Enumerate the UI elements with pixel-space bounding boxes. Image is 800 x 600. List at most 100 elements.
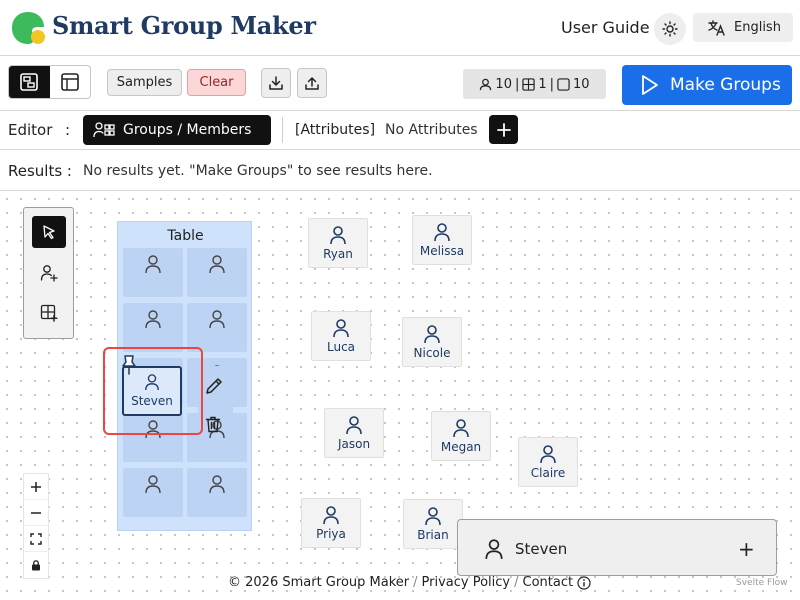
select-tool-button[interactable] bbox=[32, 216, 66, 248]
upload-icon bbox=[305, 77, 319, 90]
pin-icon[interactable] bbox=[120, 354, 138, 376]
user-icon bbox=[453, 419, 469, 438]
tool-panel bbox=[23, 207, 74, 339]
user-icon bbox=[540, 445, 556, 464]
member-name: Nicole bbox=[413, 346, 451, 360]
member-node[interactable]: Luca bbox=[311, 311, 371, 361]
member-node[interactable]: Megan bbox=[431, 411, 491, 461]
tab-groups-members-label: Groups / Members bbox=[123, 122, 252, 138]
member-name: Brian bbox=[417, 528, 449, 542]
clear-button[interactable]: Clear bbox=[187, 69, 246, 96]
upload-button[interactable] bbox=[297, 68, 327, 98]
user-icon bbox=[434, 223, 450, 242]
member-node[interactable]: Ryan bbox=[308, 218, 368, 268]
fit-view-button[interactable] bbox=[24, 526, 48, 552]
member-node[interactable]: Priya bbox=[301, 498, 361, 548]
plus-icon bbox=[31, 481, 41, 492]
no-attributes-text: No Attributes bbox=[385, 122, 478, 138]
zoom-in-button[interactable] bbox=[24, 474, 48, 500]
copyright-text: © 2026 Smart Group Maker bbox=[228, 575, 410, 590]
member-detail-panel: Steven + bbox=[457, 519, 777, 576]
play-icon bbox=[642, 75, 658, 95]
user-icon bbox=[209, 475, 225, 494]
editor-divider bbox=[282, 117, 283, 143]
user-icon bbox=[485, 539, 503, 559]
seat-slot[interactable] bbox=[123, 468, 183, 517]
detail-member-name: Steven bbox=[515, 540, 568, 558]
add-attribute-button[interactable] bbox=[489, 115, 518, 144]
group-count-icon bbox=[522, 77, 536, 91]
add-group-tool-button[interactable] bbox=[32, 297, 66, 329]
user-icon bbox=[145, 374, 159, 391]
user-icon bbox=[145, 255, 161, 274]
member-name: Melissa bbox=[419, 244, 465, 258]
tab-attributes[interactable]: [Attributes] bbox=[295, 122, 375, 138]
app-title: Smart Group Maker bbox=[52, 11, 316, 40]
download-icon bbox=[269, 76, 283, 90]
results-empty-text: No results yet. "Make Groups" to see res… bbox=[83, 163, 433, 179]
editor-label: Editor bbox=[8, 121, 53, 139]
member-name: Ryan bbox=[323, 247, 353, 261]
contact-link[interactable]: Contact bbox=[523, 575, 574, 590]
member-node[interactable]: Brian bbox=[403, 499, 463, 549]
toolbar: Samples Clear 10 | 1 | 10 Make Groups bbox=[0, 57, 800, 109]
minus-icon bbox=[31, 511, 41, 514]
view-toggle bbox=[8, 65, 91, 99]
footer-separator: / bbox=[514, 575, 519, 590]
zoom-out-button[interactable] bbox=[24, 500, 48, 526]
table-view-icon bbox=[60, 73, 79, 91]
user-icon bbox=[425, 507, 441, 526]
theme-toggle-button[interactable] bbox=[654, 13, 686, 45]
member-name: Megan bbox=[440, 440, 482, 454]
zoom-controls bbox=[23, 473, 49, 579]
node-view-button[interactable] bbox=[9, 66, 50, 98]
seat-slot[interactable] bbox=[187, 248, 247, 297]
svelte-flow-attribution[interactable]: Svelte Flow bbox=[736, 578, 788, 588]
plus-icon bbox=[496, 122, 511, 137]
add-attribute-value-button[interactable]: + bbox=[738, 537, 755, 561]
editor-row: Editor : Groups / Members [Attributes] N… bbox=[0, 110, 800, 150]
member-name: Luca bbox=[326, 340, 356, 354]
counts-summary: 10 | 1 | 10 bbox=[463, 69, 606, 99]
seat-slot[interactable] bbox=[187, 468, 247, 517]
make-groups-button[interactable]: Make Groups bbox=[622, 65, 792, 105]
member-node[interactable]: Melissa bbox=[412, 215, 472, 265]
member-name: Steven bbox=[131, 394, 173, 408]
user-icon bbox=[145, 475, 161, 494]
lock-icon bbox=[32, 560, 40, 571]
seat-slot[interactable] bbox=[123, 303, 183, 352]
pencil-icon[interactable] bbox=[204, 376, 224, 396]
user-icon bbox=[145, 310, 161, 329]
seat-slot[interactable] bbox=[123, 248, 183, 297]
samples-button[interactable]: Samples bbox=[107, 69, 182, 96]
lock-button[interactable] bbox=[24, 552, 48, 578]
trash-icon[interactable] bbox=[205, 416, 221, 433]
translate-icon bbox=[708, 19, 725, 36]
download-button[interactable] bbox=[261, 68, 291, 98]
fit-view-icon bbox=[30, 532, 42, 545]
footer-separator: / bbox=[413, 575, 418, 590]
seat-slot[interactable] bbox=[187, 303, 247, 352]
privacy-policy-link[interactable]: Privacy Policy bbox=[422, 575, 511, 590]
make-groups-label: Make Groups bbox=[670, 75, 781, 95]
table-view-button[interactable] bbox=[50, 66, 91, 98]
member-node[interactable]: Jason bbox=[324, 408, 384, 458]
language-label: English bbox=[734, 20, 781, 35]
member-node[interactable]: Nicole bbox=[402, 317, 462, 367]
language-button[interactable]: English bbox=[693, 13, 793, 42]
add-member-tool-button[interactable] bbox=[32, 257, 66, 289]
user-guide-link[interactable]: User Guide bbox=[561, 18, 650, 37]
info-icon[interactable] bbox=[577, 575, 591, 590]
member-node[interactable]: Claire bbox=[518, 437, 578, 487]
seat-count: 10 bbox=[573, 76, 590, 92]
sun-icon bbox=[662, 21, 678, 37]
user-icon bbox=[333, 319, 349, 338]
pointer-icon bbox=[43, 225, 55, 240]
results-row: Results : No results yet. "Make Groups" … bbox=[0, 151, 800, 191]
user-icon bbox=[209, 255, 225, 274]
tab-groups-members[interactable]: Groups / Members bbox=[83, 115, 271, 145]
user-icon bbox=[330, 226, 346, 245]
grid-plus-icon bbox=[40, 304, 58, 322]
flow-canvas[interactable]: Table Steven Ryan Melissa Luca Nicole Ja… bbox=[0, 192, 800, 600]
user-icon bbox=[424, 325, 440, 344]
